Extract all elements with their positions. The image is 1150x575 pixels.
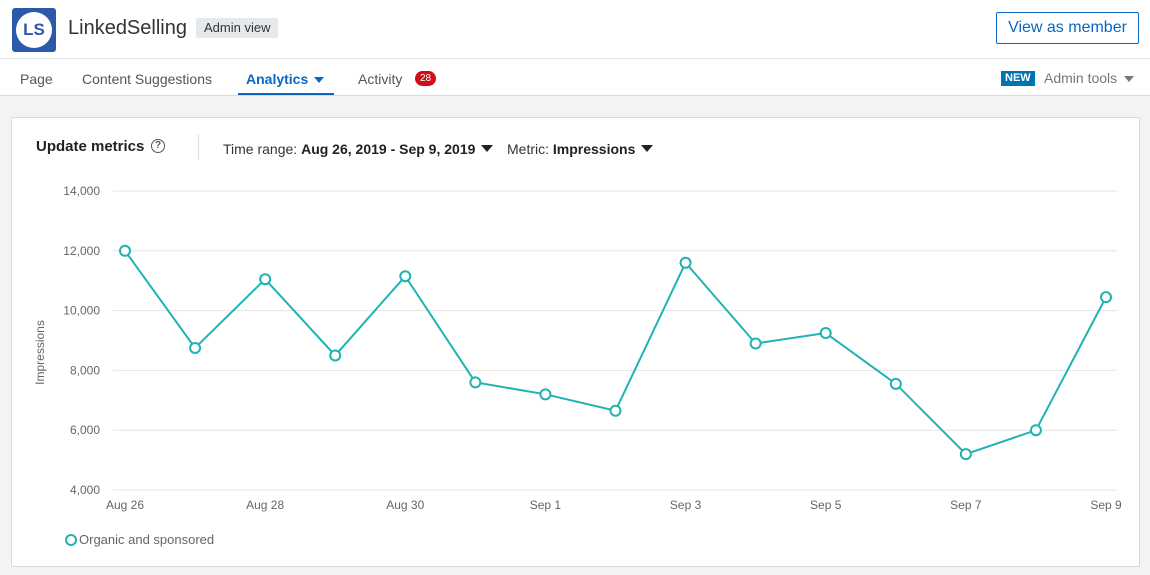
y-tick-label: 12,000 (63, 244, 100, 258)
tab-analytics[interactable]: Analytics (246, 71, 325, 87)
y-tick-label: 10,000 (63, 304, 100, 318)
company-logo[interactable]: LS (12, 8, 56, 52)
chevron-down-icon (1124, 76, 1135, 83)
data-point (1100, 291, 1112, 304)
data-point (329, 349, 342, 362)
tab-analytics-label: Analytics (246, 71, 309, 87)
legend-series-marker-icon (65, 533, 77, 546)
x-tick-label: Aug 28 (246, 498, 284, 512)
chart-legend[interactable]: Organic and sponsored (65, 532, 214, 547)
tab-activity[interactable]: Activity (358, 71, 402, 87)
data-point (539, 388, 552, 401)
view-as-member-button[interactable]: View as member (996, 12, 1139, 44)
admin-view-badge: Admin view (196, 18, 279, 38)
data-point (889, 377, 902, 390)
impressions-line-chart: 4,000 6,000 8,000 10,000 12,000 14,000 Impress… (33, 184, 1122, 512)
data-point (819, 327, 832, 340)
x-tick-label: Aug 26 (106, 498, 144, 512)
x-tick-label: Sep 1 (530, 498, 562, 512)
x-tick-label: Sep 3 (670, 498, 702, 512)
data-point (609, 404, 622, 417)
legend-series-label: Organic and sponsored (79, 532, 215, 547)
company-name[interactable]: LinkedSelling (68, 17, 187, 40)
data-point (259, 273, 272, 286)
top-bar: LS LinkedSelling Admin view View as memb… (0, 0, 1150, 96)
data-point (469, 376, 482, 389)
y-tick-label: 6,000 (70, 423, 100, 437)
y-tick-label: 8,000 (70, 363, 100, 377)
admin-tools-menu[interactable]: Admin tools (1044, 70, 1135, 86)
tab-page[interactable]: Page (20, 71, 53, 87)
y-tick-label: 4,000 (70, 483, 100, 497)
series-line (124, 250, 1107, 456)
data-point (189, 341, 202, 354)
data-point (749, 337, 762, 350)
data-point (399, 270, 412, 283)
activity-count-badge: 28 (415, 71, 437, 86)
tab-content-suggestions[interactable]: Content Suggestions (82, 71, 212, 87)
data-point (959, 448, 972, 461)
x-tick-label: Aug 30 (386, 498, 424, 512)
x-tick-label: Sep 9 (1090, 498, 1122, 512)
x-tick-label: Sep 7 (950, 498, 982, 512)
y-tick-label: 14,000 (63, 184, 100, 198)
header-divider (0, 58, 1150, 59)
update-metrics-card: Update metrics ? Time range: Aug 26, 201… (11, 117, 1140, 567)
new-badge: NEW (1001, 71, 1035, 86)
active-tab-indicator (238, 93, 334, 95)
admin-tools-label: Admin tools (1044, 70, 1118, 86)
data-point (119, 244, 131, 257)
x-tick-label: Sep 5 (810, 498, 842, 512)
chevron-down-icon (314, 77, 325, 84)
y-axis-label: Impressions (33, 320, 47, 385)
logo-text: LS (16, 12, 52, 48)
data-point (679, 256, 692, 269)
data-point (1029, 424, 1042, 437)
